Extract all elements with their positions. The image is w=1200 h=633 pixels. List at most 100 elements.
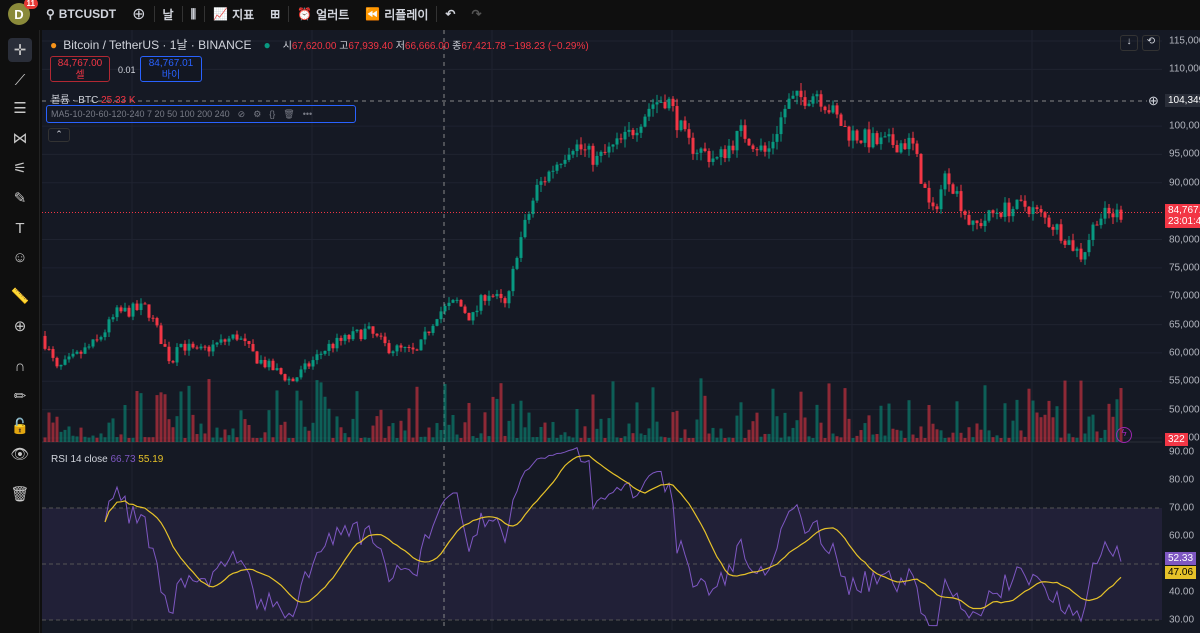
collapse-legend-button[interactable]: ⌃ [48, 128, 70, 142]
source-code-icon[interactable]: {} [269, 109, 275, 119]
eye-icon[interactable]: 👁 [8, 442, 32, 466]
candle [835, 105, 839, 115]
redo-icon[interactable]: ↷ [463, 0, 489, 28]
buy-button[interactable]: 84,767.01 바이 [140, 56, 202, 82]
indicators-button[interactable]: 📈 지표 [205, 0, 262, 28]
volume-bar [383, 437, 387, 442]
volume-bar [571, 437, 575, 442]
brush-icon[interactable]: ✎ [8, 186, 32, 210]
candle [523, 219, 527, 238]
forecast-icon[interactable]: ⚟ [8, 156, 32, 180]
scroll-down-button[interactable]: ↓ [1120, 35, 1138, 51]
symbol-title[interactable]: Bitcoin / TetherUS · 1날 · BINANCE [63, 36, 251, 53]
candle [563, 159, 567, 164]
avatar[interactable]: D 11 [8, 0, 38, 25]
candle [1119, 209, 1123, 220]
zoom-icon[interactable]: ⊕ [8, 314, 32, 338]
volume-bar [999, 437, 1003, 442]
delete-icon[interactable]: 🗑 [283, 109, 294, 119]
volume-bar [51, 422, 55, 442]
volume-bar [407, 408, 411, 442]
volume-bar [815, 404, 819, 442]
volume-bar [1103, 429, 1107, 442]
compare-add-icon[interactable]: ⊕ [124, 0, 153, 28]
alert-button[interactable]: ⏰ 얼러트 [289, 0, 357, 28]
volume-bar [631, 433, 635, 442]
candle-type-icon[interactable]: ⫼ [183, 0, 205, 28]
candle [171, 361, 175, 363]
trash-icon[interactable]: 🗑 [8, 482, 32, 506]
volume-bar [911, 434, 915, 442]
volume-bar [363, 437, 367, 442]
candle [111, 317, 115, 320]
symbol-search-button[interactable]: ⚲ BTCUSDT [38, 0, 124, 28]
magnet-icon[interactable]: ∩ [8, 354, 32, 378]
candle [647, 108, 651, 117]
candle [203, 346, 207, 348]
candle [491, 295, 495, 297]
candle [855, 130, 859, 141]
candle [455, 299, 459, 301]
volume-bar [279, 424, 283, 442]
price-tick: 110,000.00 [1169, 63, 1200, 75]
volume-bar [563, 432, 567, 442]
candle [499, 293, 503, 299]
volume-bar [823, 437, 827, 442]
open-label: 시 [282, 41, 292, 52]
candle [527, 214, 531, 220]
lock-drawing-icon[interactable]: ✏ [8, 384, 32, 408]
settings-icon[interactable]: ⚙ [253, 109, 261, 119]
interval-button[interactable]: 날 [155, 0, 182, 28]
volume-bar [63, 429, 67, 442]
candle [707, 151, 711, 162]
volume-bar [643, 434, 647, 442]
candle [399, 345, 403, 348]
candle [827, 110, 831, 113]
undo-icon[interactable]: ↶ [437, 0, 463, 28]
candle [1115, 209, 1119, 218]
lightning-icon[interactable]: ϟ [1116, 427, 1132, 443]
price-axis[interactable]: 115,000.00 110,000.00 100,000.00 95,000.00 9… [1165, 30, 1200, 633]
volume-bar [651, 387, 655, 442]
reset-chart-button[interactable]: ⟲ [1142, 35, 1160, 51]
hide-icon[interactable]: ⊘ [238, 109, 246, 119]
volume-bar [219, 437, 223, 442]
ruler-icon[interactable]: 📏 [8, 284, 32, 308]
volume-bar [315, 380, 319, 442]
add-alert-icon[interactable]: ⊕ [1148, 93, 1159, 109]
candle [115, 307, 119, 318]
indicators-label: 지표 [232, 7, 255, 22]
pattern-icon[interactable]: ⋈ [8, 126, 32, 150]
trend-line-icon[interactable]: ⟋ [8, 68, 32, 92]
layouts-icon[interactable]: ⊞ [262, 0, 288, 28]
volume-bar [323, 396, 327, 442]
volume-bar [479, 433, 483, 442]
candle [1111, 213, 1115, 218]
candle [383, 336, 387, 344]
emoji-icon[interactable]: ☺ [8, 245, 32, 269]
volume-bar [527, 412, 531, 442]
candle [695, 152, 699, 154]
volume-bar [271, 437, 275, 442]
volume-bar [1039, 417, 1043, 442]
fib-icon[interactable]: ☰ [8, 96, 32, 120]
sell-button[interactable]: 84,767.00 셀 [50, 56, 110, 82]
alarm-icon: ⏰ [297, 7, 313, 21]
volume-bar [387, 426, 391, 442]
symbol-legend: ● Bitcoin / TetherUS · 1날 · BINANCE ● 시6… [50, 36, 589, 53]
replay-button[interactable]: ⏪ 리플레이 [357, 0, 436, 28]
volume-bar [931, 423, 935, 442]
candle [351, 331, 355, 340]
volume-bar [71, 435, 75, 442]
text-icon[interactable]: T [8, 216, 32, 240]
volume-bar [1083, 433, 1087, 442]
volume-bar [939, 430, 943, 442]
candle [411, 347, 415, 350]
ma-legend[interactable]: MA5-10-20-60-120-240 7 20 50 100 200 240… [46, 105, 356, 123]
volume-bar [663, 437, 667, 442]
crosshair-icon[interactable]: ✛ [8, 38, 32, 62]
volume-bar [523, 427, 527, 442]
volume-bar [159, 392, 163, 442]
lock-icon[interactable]: 🔓 [8, 414, 32, 438]
more-icon[interactable]: ••• [303, 109, 312, 119]
